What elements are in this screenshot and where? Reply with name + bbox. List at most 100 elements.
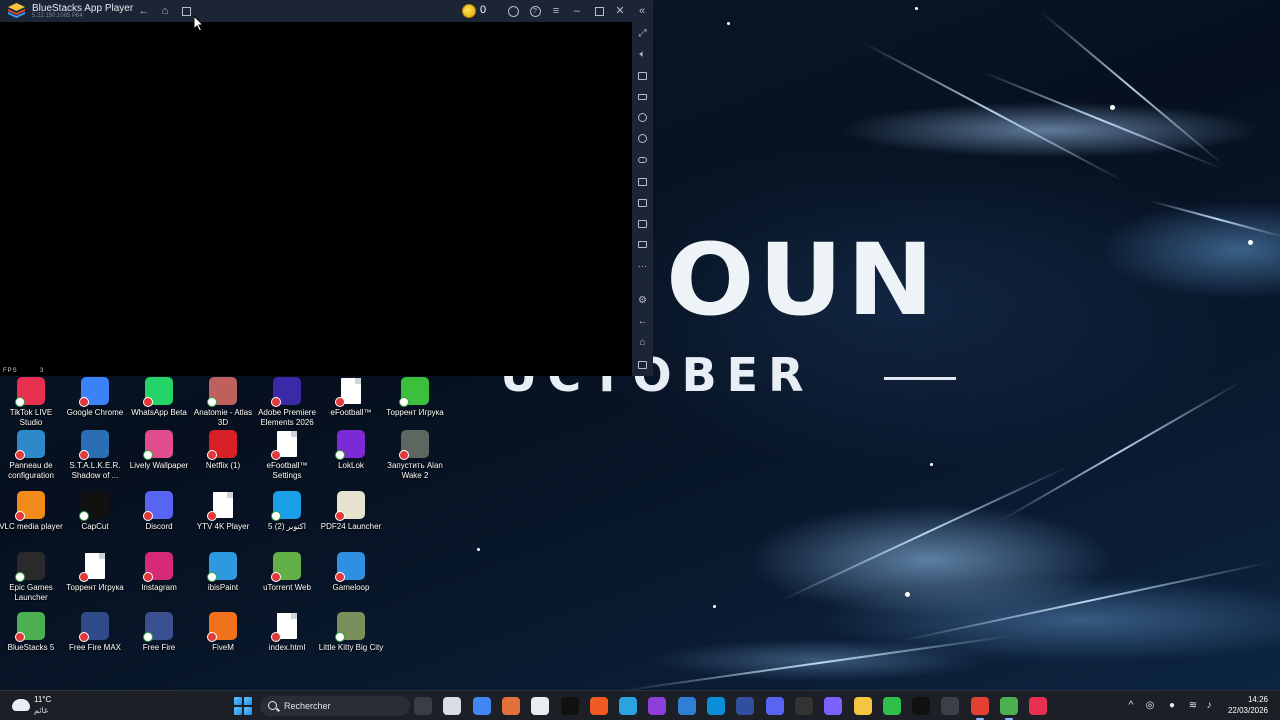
clock-time[interactable]: 14:26 <box>1236 695 1268 704</box>
bluestacks-logo-icon <box>8 3 25 18</box>
minimize-icon[interactable]: – <box>569 3 585 19</box>
desktop-shortcut[interactable]: FiveM <box>191 612 255 653</box>
android-home-icon[interactable]: ⌂ <box>636 336 649 349</box>
desktop-shortcut[interactable]: TikTok LIVE Studio <box>0 377 63 427</box>
desktop-shortcut[interactable]: Instagram <box>127 552 191 593</box>
rotate-icon[interactable] <box>636 111 649 124</box>
show-hidden-icons-icon[interactable]: ^ <box>1124 699 1138 713</box>
desktop-shortcut[interactable]: Запустить Alan Wake 2 <box>383 430 447 480</box>
multi-instance-icon[interactable] <box>178 3 194 19</box>
office-icon[interactable] <box>589 697 608 715</box>
desktop-shortcut[interactable]: Торрент Игрука <box>383 377 447 418</box>
games-icon[interactable] <box>501 697 520 715</box>
capcut-icon[interactable] <box>560 697 579 715</box>
settings-icon[interactable]: ⚙ <box>636 294 649 307</box>
maximize-icon[interactable] <box>591 3 607 19</box>
shake-icon[interactable] <box>636 132 649 145</box>
desktop-shortcut[interactable]: Google Chrome <box>63 377 127 418</box>
chrome-profile-icon[interactable] <box>970 697 989 720</box>
wechat-icon[interactable] <box>882 697 901 715</box>
desktop-shortcut[interactable]: YTV 4K Player <box>191 491 255 532</box>
palette-icon[interactable] <box>824 697 843 715</box>
desktop-shortcut[interactable]: Little Kitty Big City <box>319 612 383 653</box>
desktop-shortcut[interactable]: eFootball™ Settings <box>255 430 319 480</box>
explorer-icon[interactable] <box>853 697 872 715</box>
close-icon[interactable]: ✕ <box>612 3 628 19</box>
document-icon <box>79 552 109 582</box>
bluestacks-window[interactable]: BlueStacks App Player 5.22.150.1005 P64 … <box>0 0 653 376</box>
desktop-shortcut[interactable]: uTorrent Web <box>255 552 319 593</box>
tiktok-shop-icon[interactable] <box>648 697 667 715</box>
clock-date[interactable]: 22/03/2026 <box>1224 706 1268 715</box>
keyboard-icon[interactable] <box>636 90 649 103</box>
tiktok-live-icon[interactable] <box>1029 697 1048 715</box>
wifi-icon[interactable]: ≋ <box>1186 699 1200 713</box>
desktop-shortcut[interactable]: Discord <box>127 491 191 532</box>
copilot-app-icon[interactable] <box>677 697 696 715</box>
copilot-icon[interactable] <box>443 697 462 715</box>
desktop-shortcut[interactable]: BlueStacks 5 <box>0 612 63 653</box>
folder-icon[interactable] <box>636 238 649 251</box>
desktop-shortcut[interactable]: VLC media player <box>0 491 63 532</box>
file-icon[interactable] <box>531 697 550 715</box>
gamepad-icon[interactable] <box>636 153 649 166</box>
epic-icon <box>15 552 45 582</box>
start-button[interactable] <box>234 697 252 715</box>
desktop-shortcut[interactable]: Free Fire MAX <box>63 612 127 653</box>
cloud-icon[interactable] <box>12 699 30 711</box>
task-view-icon[interactable] <box>414 697 432 715</box>
pen-icon[interactable] <box>794 697 813 715</box>
back-icon[interactable]: ← <box>136 3 152 19</box>
desktop-shortcut[interactable]: Epic Games Launcher <box>0 552 63 602</box>
android-back-icon[interactable]: ← <box>636 315 649 328</box>
desktop-shortcut[interactable]: ibisPaint <box>191 552 255 593</box>
desktop-shortcut-label: Adobe Premiere Elements 2026 <box>258 408 316 427</box>
bluestacks-titlebar[interactable]: BlueStacks App Player 5.22.150.1005 P64 … <box>0 0 653 22</box>
discord-icon[interactable] <box>765 697 784 715</box>
desktop-shortcut[interactable]: Anatomie - Atlas 3D <box>191 377 255 427</box>
edge-icon[interactable] <box>707 697 725 715</box>
desktop-shortcut[interactable]: CapCut <box>63 491 127 532</box>
menu-icon[interactable]: ≡ <box>548 3 564 19</box>
coin-icon[interactable] <box>462 4 476 18</box>
desktop-shortcut[interactable]: WhatsApp Beta <box>127 377 191 418</box>
desktop-shortcut[interactable]: LokLok <box>319 430 383 471</box>
telegram-icon[interactable] <box>619 697 638 715</box>
tray-app-icon[interactable]: ◎ <box>1143 699 1157 713</box>
tray-security-icon[interactable]: ● <box>1165 699 1179 713</box>
taskbar-search[interactable]: Rechercher <box>260 696 410 716</box>
desktop-shortcut[interactable]: eFootball™ <box>319 377 383 418</box>
desktop-shortcut[interactable]: Panneau de configuration <box>0 430 63 480</box>
home-icon[interactable]: ⌂ <box>157 3 173 19</box>
record-icon[interactable] <box>636 217 649 230</box>
weather-temperature[interactable]: 11°C <box>34 695 51 704</box>
desktop-shortcut[interactable]: index.html <box>255 612 319 653</box>
collapse-sidebar-icon[interactable]: « <box>634 3 650 19</box>
fullscreen-icon[interactable]: ⤢ <box>636 27 649 40</box>
desktop-shortcut[interactable]: 5 اكتوبر (2) <box>255 491 319 532</box>
more-icon[interactable]: ··· <box>636 260 649 273</box>
snip-icon[interactable] <box>941 697 960 715</box>
settings-app-icon[interactable] <box>736 697 755 715</box>
help-icon[interactable]: ? <box>527 3 543 19</box>
screenshot-icon[interactable] <box>636 196 649 209</box>
weather-description[interactable]: غائم <box>34 706 48 715</box>
desktop-shortcut[interactable]: Lively Wallpaper <box>127 430 191 471</box>
emulator-screen[interactable] <box>0 22 632 376</box>
desktop-shortcut[interactable]: Free Fire <box>127 612 191 653</box>
desktop-shortcut[interactable]: Торрент Игрука <box>63 552 127 593</box>
chrome-icon[interactable] <box>472 697 491 715</box>
desktop-shortcut[interactable]: Adobe Premiere Elements 2026 <box>255 377 319 427</box>
volume-icon[interactable]: 🔈︎ <box>636 48 649 61</box>
desktop-shortcut[interactable]: S.T.A.L.K.E.R. Shadow of ... <box>63 430 127 480</box>
desktop-shortcut[interactable]: PDF24 Launcher <box>319 491 383 532</box>
macro-icon[interactable] <box>636 175 649 188</box>
desktop-shortcut[interactable]: Gameloop <box>319 552 383 593</box>
volume-icon[interactable]: ♪ <box>1202 699 1216 713</box>
account-icon[interactable] <box>505 3 521 19</box>
desktop-shortcut[interactable]: Netflix (1) <box>191 430 255 471</box>
media-icon[interactable] <box>636 69 649 82</box>
recent-apps-icon[interactable] <box>636 358 649 371</box>
bluestacks-icon[interactable] <box>1000 697 1018 720</box>
tiktok-icon[interactable] <box>912 697 931 715</box>
